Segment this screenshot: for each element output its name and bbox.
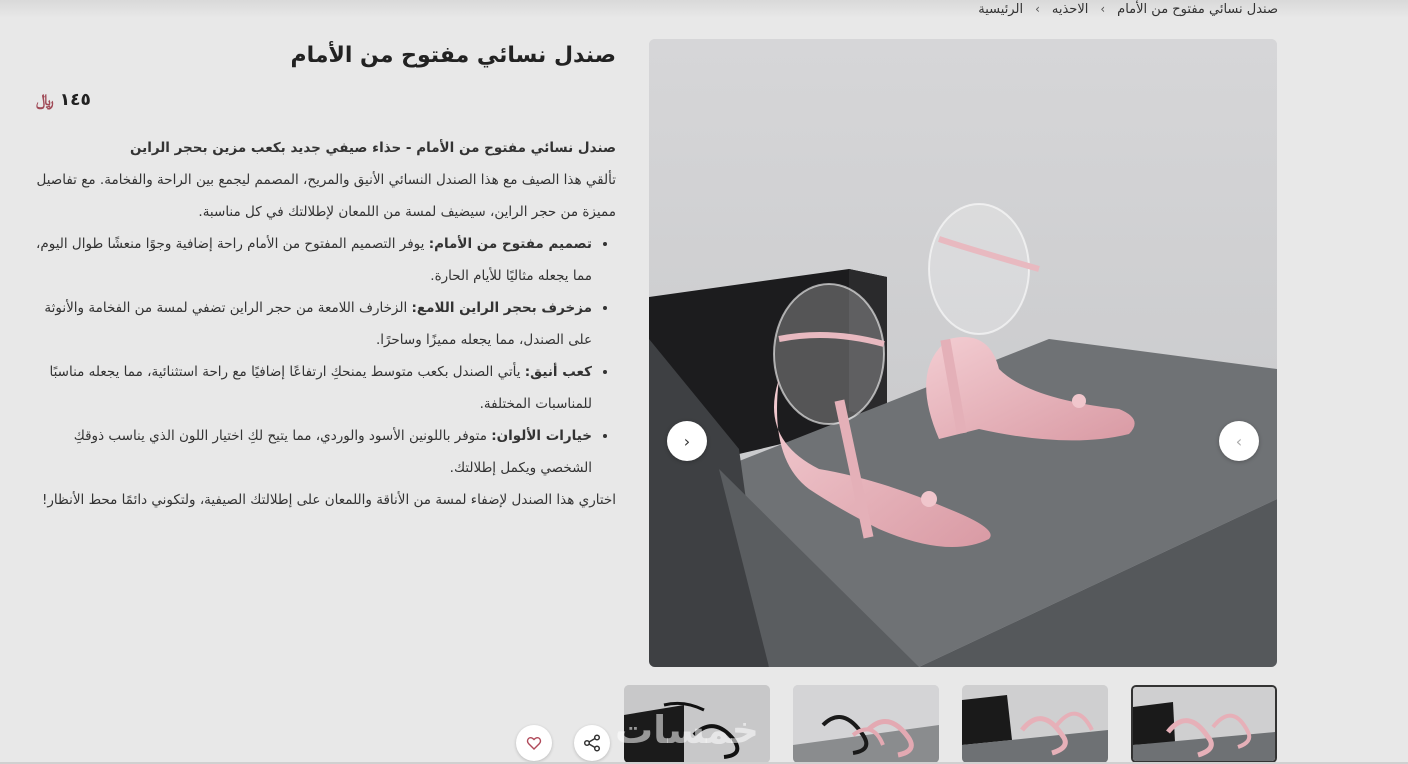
feature-text: يأتي الصندل بكعب متوسط يمنحكِ ارتفاعًا إ… [49, 364, 592, 412]
product-main-image[interactable]: › ‹ [649, 39, 1277, 667]
feature-label: كعب أنيق: [524, 364, 592, 380]
thumbnail-image [1133, 687, 1275, 761]
feature-item: كعب أنيق: يأتي الصندل بكعب متوسط يمنحكِ … [36, 356, 592, 420]
watermark: خمسات [615, 708, 759, 752]
thumbnail-1[interactable] [1131, 685, 1277, 763]
description-closing: اختاري هذا الصندل لإضفاء لمسة من الأناقة… [41, 492, 616, 508]
description-intro: تألقي هذا الصيف مع هذا الصندل النسائي ال… [36, 172, 616, 220]
breadcrumb: الرئيسية › الاحذيه › صندل نسائي مفتوح من… [978, 0, 1278, 18]
gallery-next-button[interactable]: › [667, 421, 707, 461]
thumbnail-3[interactable] [793, 685, 939, 763]
share-icon [583, 734, 601, 752]
heart-icon [526, 737, 542, 750]
favorite-button[interactable] [516, 725, 552, 761]
gallery-prev-button[interactable]: ‹ [1219, 421, 1259, 461]
thumbnail-image [793, 685, 939, 763]
chevron-right-icon: › [683, 431, 691, 451]
feature-item: تصميم مفتوح من الأمام: يوفر التصميم المف… [36, 228, 592, 292]
feature-label: خيارات الألوان: [491, 428, 592, 444]
thumbnail-2[interactable] [962, 685, 1108, 763]
product-title: صندل نسائي مفتوح من الأمام [290, 43, 616, 68]
product-details: صندل نسائي مفتوح من الأمام ١٤٥ ﷼ صندل نس… [36, 36, 616, 516]
feature-item: مزخرف بحجر الراين اللامع: الزخارف اللامع… [36, 292, 592, 356]
product-description: صندل نسائي مفتوح من الأمام - حذاء صيفي ج… [36, 132, 616, 516]
feature-label: مزخرف بحجر الراين اللامع: [411, 300, 592, 316]
price-value: ١٤٥ [59, 90, 91, 110]
breadcrumb-category[interactable]: الاحذيه [1052, 2, 1088, 17]
sandal-photo [649, 39, 1277, 667]
breadcrumb-current: صندل نسائي مفتوح من الأمام [1117, 1, 1278, 17]
currency-icon: ﷼ [36, 90, 54, 109]
thumbnail-image [962, 685, 1108, 763]
chevron-left-icon: ‹ [1235, 431, 1243, 451]
share-button[interactable] [574, 725, 610, 761]
breadcrumb-home[interactable]: الرئيسية [978, 2, 1023, 17]
breadcrumb-separator: › [1035, 2, 1040, 16]
feature-item: خيارات الألوان: متوفر باللونين الأسود وا… [36, 420, 592, 484]
product-price: ١٤٥ ﷼ [36, 90, 616, 110]
breadcrumb-separator: › [1100, 2, 1106, 16]
feature-label: تصميم مفتوح من الأمام: [428, 236, 592, 252]
description-lead: صندل نسائي مفتوح من الأمام - حذاء صيفي ج… [129, 140, 616, 156]
feature-list: تصميم مفتوح من الأمام: يوفر التصميم المف… [36, 228, 616, 484]
